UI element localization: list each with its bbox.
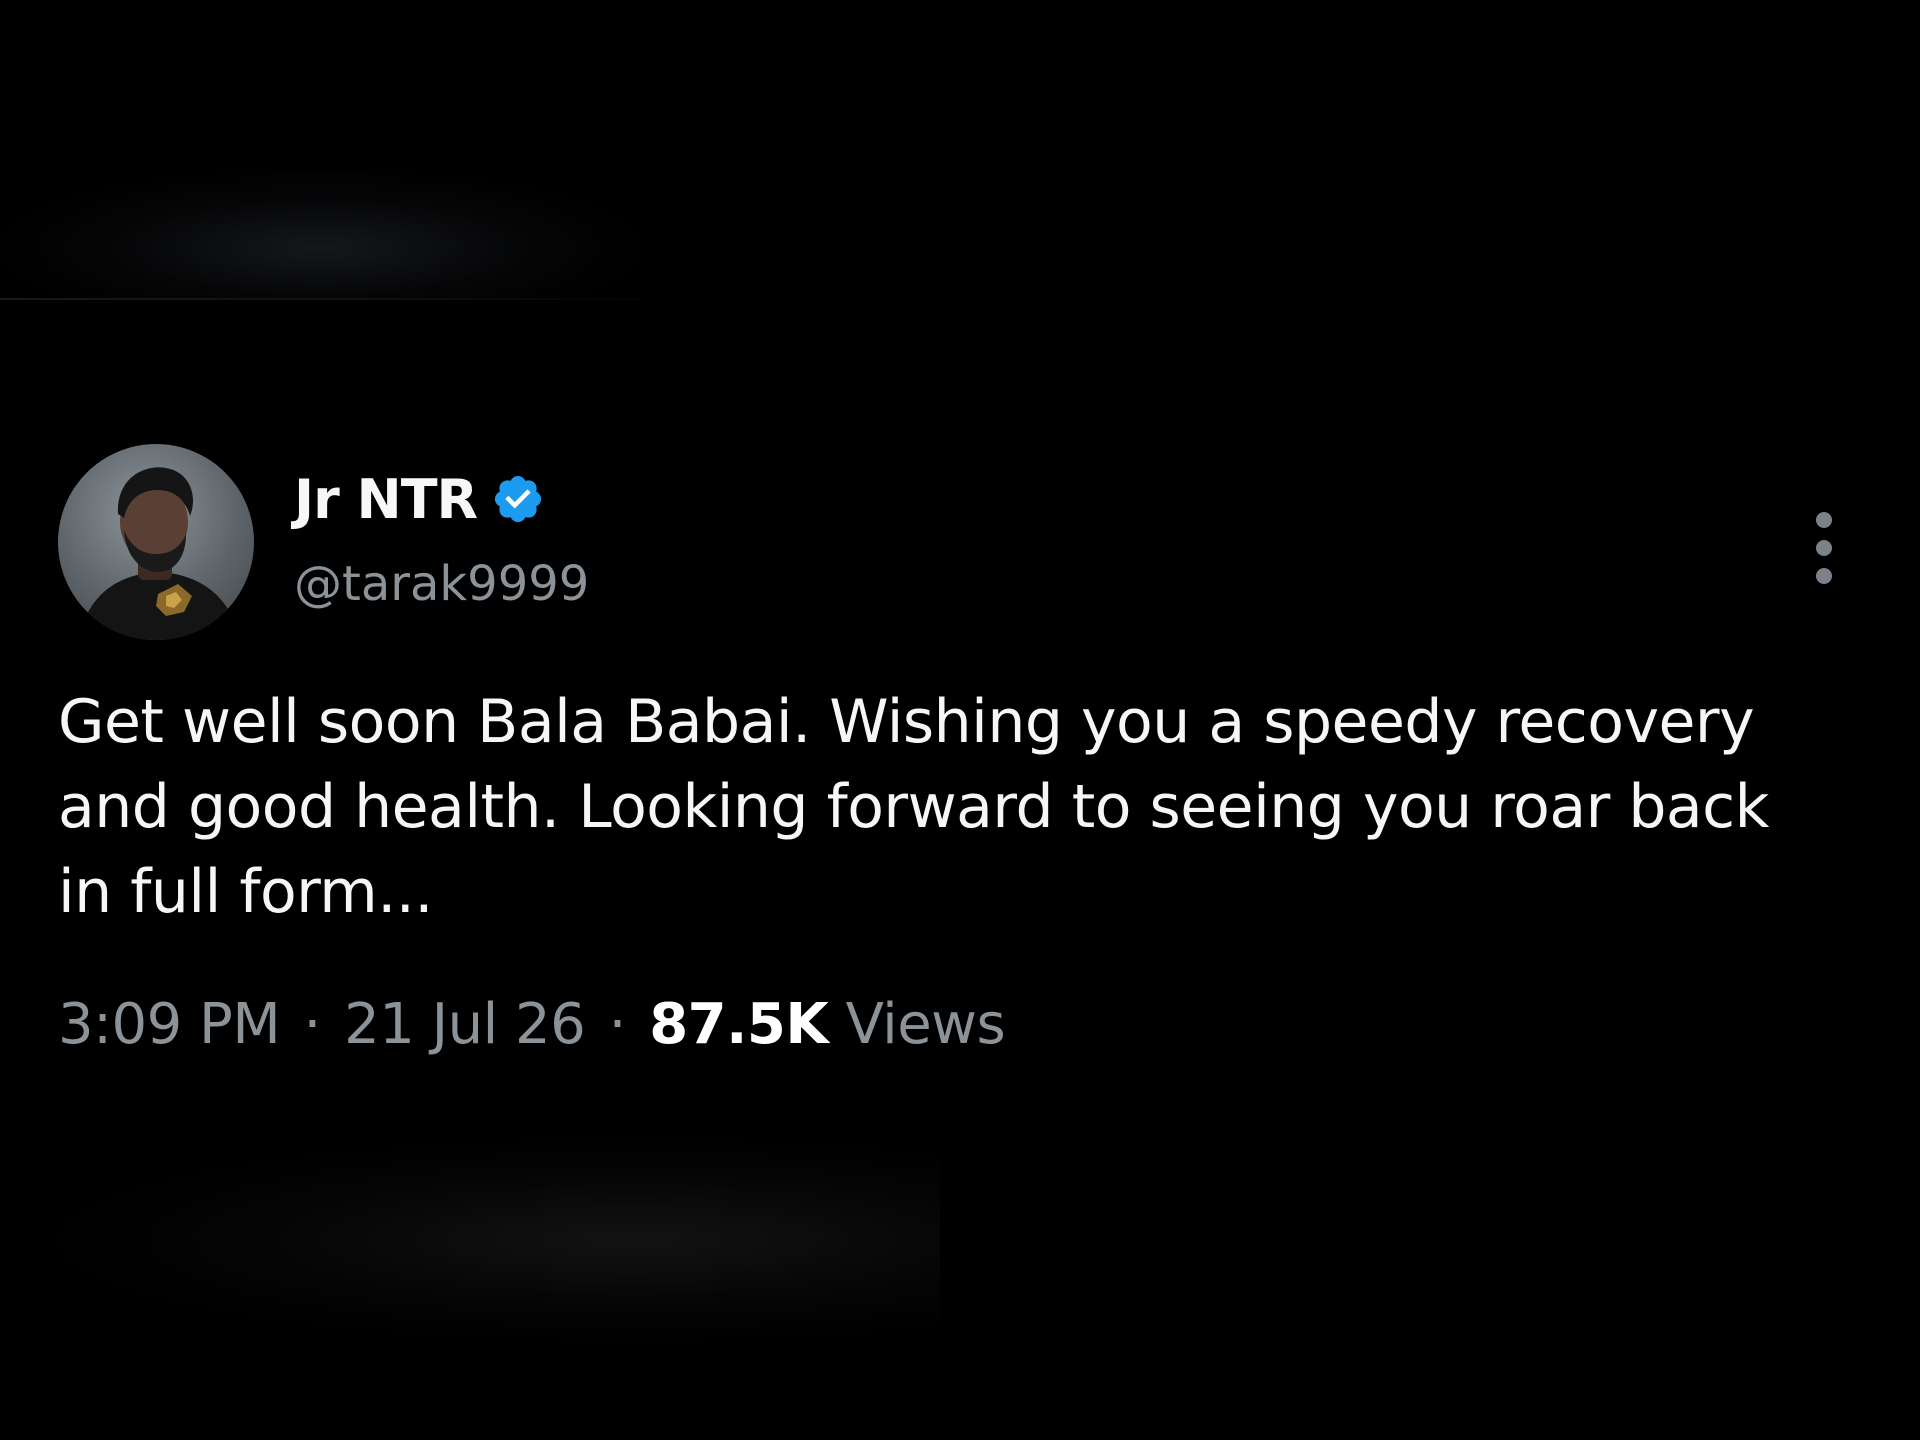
meta-separator: · (303, 992, 321, 1057)
tweet-text: Get well soon Bala Babai. Wishing you a … (58, 687, 1769, 927)
more-vertical-icon-dot (1816, 568, 1832, 584)
author-display-name[interactable]: Jr NTR (294, 468, 478, 531)
tweet-time[interactable]: 3:09 PM (58, 992, 281, 1057)
more-vertical-icon-dot (1816, 540, 1832, 556)
more-options-button[interactable] (1806, 510, 1842, 590)
tweet-meta: 3:09 PM · 21 Jul 26 · 87.5K Views (58, 992, 1006, 1057)
meta-separator: · (608, 992, 627, 1057)
views-label: Views (845, 992, 1006, 1057)
author-handle[interactable]: @tarak9999 (294, 556, 589, 612)
background-glow-bottom (60, 1140, 940, 1340)
tweet-card: Jr NTR @tarak9999 Get well soon Bala Bab… (58, 444, 1858, 1064)
background-glow-top (0, 170, 640, 300)
views-count[interactable]: 87.5K (649, 992, 829, 1057)
profile-photo-icon (78, 467, 240, 640)
avatar[interactable] (58, 444, 254, 640)
background-divider (0, 298, 640, 300)
author-name-row[interactable]: Jr NTR (294, 464, 545, 534)
tweet-date[interactable]: 21 Jul 26 (344, 992, 586, 1057)
more-vertical-icon (1816, 512, 1832, 528)
verified-badge-icon (495, 475, 542, 523)
